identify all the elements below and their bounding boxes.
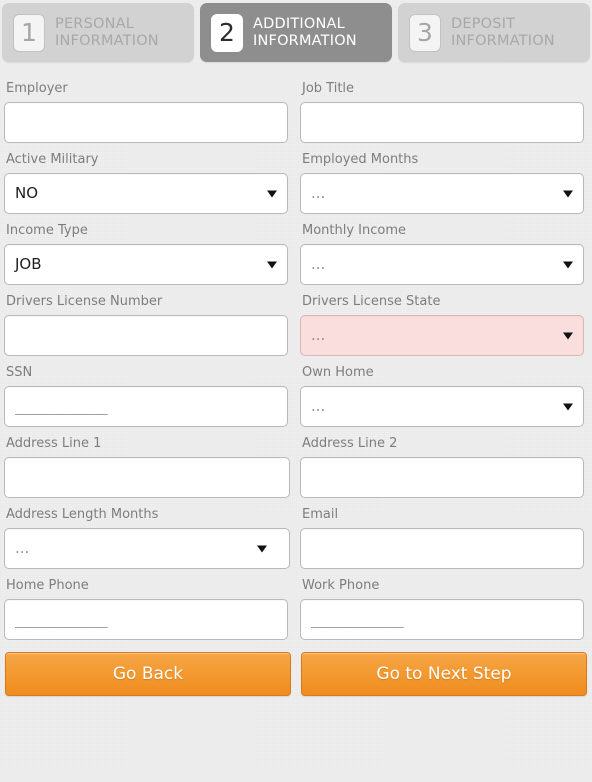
step-label-line2: INFORMATION xyxy=(55,32,159,49)
form-row: SSN Own Home ... xyxy=(0,356,592,427)
field-group-work-phone: Work Phone xyxy=(296,569,592,640)
field-group-active-military: Active Military NO xyxy=(0,143,296,214)
form-actions: Go Back Go to Next Step xyxy=(0,640,592,696)
form-row: Employer Job Title xyxy=(0,72,592,143)
step-label-line2: INFORMATION xyxy=(253,32,357,49)
form-row: Active Military NO Employed Months ... xyxy=(0,143,592,214)
label-address-length-months: Address Length Months xyxy=(6,507,159,522)
step-tab-label: ADDITIONAL INFORMATION xyxy=(253,16,357,50)
label-active-military: Active Military xyxy=(6,152,99,167)
drivers-license-state-select[interactable]: ... xyxy=(300,315,584,356)
email-input[interactable] xyxy=(300,528,584,569)
field-group-address-length-months: Address Length Months ... xyxy=(0,498,296,569)
step-label-line2: INFORMATION xyxy=(451,32,555,49)
field-group-drivers-license-number: Drivers License Number xyxy=(0,285,296,356)
active-military-select-wrap: NO xyxy=(4,173,288,214)
label-address-line-2: Address Line 2 xyxy=(302,436,398,451)
own-home-select-wrap: ... xyxy=(300,386,584,427)
drivers-license-number-input[interactable] xyxy=(4,315,288,356)
field-group-employer: Employer xyxy=(0,72,296,143)
own-home-select[interactable]: ... xyxy=(300,386,584,427)
field-group-monthly-income: Monthly Income ... xyxy=(296,214,592,285)
field-group-employed-months: Employed Months ... xyxy=(296,143,592,214)
step-tab-label: DEPOSIT INFORMATION xyxy=(451,16,555,50)
address-length-months-select-wrap: ... xyxy=(4,528,290,569)
field-group-income-type: Income Type JOB xyxy=(0,214,296,285)
field-group-home-phone: Home Phone xyxy=(0,569,296,640)
form-row: Drivers License Number Drivers License S… xyxy=(0,285,592,356)
label-work-phone: Work Phone xyxy=(302,578,380,593)
employer-input[interactable] xyxy=(4,102,288,143)
step-label-line1: ADDITIONAL xyxy=(253,15,345,32)
step-number-badge: 2 xyxy=(211,13,243,52)
label-email: Email xyxy=(302,507,339,522)
form-row: Address Line 1 Address Line 2 xyxy=(0,427,592,498)
monthly-income-select-wrap: ... xyxy=(300,244,584,285)
step-label-line1: DEPOSIT xyxy=(451,15,516,32)
label-drivers-license-state: Drivers License State xyxy=(302,294,441,309)
go-back-button[interactable]: Go Back xyxy=(5,652,291,696)
step-tab-deposit-information[interactable]: 3 DEPOSIT INFORMATION xyxy=(398,3,590,62)
address-line-1-input[interactable] xyxy=(4,457,290,498)
additional-information-form: Employer Job Title Active Military NO Em… xyxy=(0,62,592,640)
field-group-drivers-license-state: Drivers License State ... xyxy=(296,285,592,356)
label-income-type: Income Type xyxy=(6,223,88,238)
form-row: Home Phone Work Phone xyxy=(0,569,592,640)
label-address-line-1: Address Line 1 xyxy=(6,436,102,451)
address-line-2-input[interactable] xyxy=(300,457,584,498)
label-employed-months: Employed Months xyxy=(302,152,419,167)
work-phone-input[interactable] xyxy=(300,599,584,640)
label-job-title: Job Title xyxy=(302,81,355,96)
field-group-job-title: Job Title xyxy=(296,72,592,143)
label-monthly-income: Monthly Income xyxy=(302,223,407,238)
form-row: Address Length Months ... Email xyxy=(0,498,592,569)
step-indicator: 1 PERSONAL INFORMATION 2 ADDITIONAL INFO… xyxy=(0,0,592,62)
step-number-badge: 1 xyxy=(13,13,45,52)
field-group-email: Email xyxy=(296,498,592,569)
label-employer: Employer xyxy=(6,81,68,96)
monthly-income-select[interactable]: ... xyxy=(300,244,584,285)
field-group-ssn: SSN xyxy=(0,356,296,427)
go-to-next-step-button[interactable]: Go to Next Step xyxy=(301,652,587,696)
step-tab-label: PERSONAL INFORMATION xyxy=(55,16,159,50)
step-tab-additional-information[interactable]: 2 ADDITIONAL INFORMATION xyxy=(200,3,392,62)
step-label-line1: PERSONAL xyxy=(55,15,135,32)
label-home-phone: Home Phone xyxy=(6,578,89,593)
registration-form-page: 1 PERSONAL INFORMATION 2 ADDITIONAL INFO… xyxy=(0,0,592,696)
field-group-own-home: Own Home ... xyxy=(296,356,592,427)
form-row: Income Type JOB Monthly Income ... xyxy=(0,214,592,285)
employed-months-select[interactable]: ... xyxy=(300,173,584,214)
job-title-input[interactable] xyxy=(300,102,584,143)
label-drivers-license-number: Drivers License Number xyxy=(6,294,163,309)
home-phone-input[interactable] xyxy=(4,599,288,640)
active-military-select[interactable]: NO xyxy=(4,173,288,214)
drivers-license-state-select-wrap: ... xyxy=(300,315,584,356)
field-group-address-line-2: Address Line 2 xyxy=(296,427,592,498)
step-tab-personal-information[interactable]: 1 PERSONAL INFORMATION xyxy=(2,3,194,62)
income-type-select-wrap: JOB xyxy=(4,244,288,285)
income-type-select[interactable]: JOB xyxy=(4,244,288,285)
label-ssn: SSN xyxy=(6,365,33,380)
employed-months-select-wrap: ... xyxy=(300,173,584,214)
step-number-badge: 3 xyxy=(409,13,441,52)
field-group-address-line-1: Address Line 1 xyxy=(0,427,296,498)
ssn-input[interactable] xyxy=(4,386,288,427)
address-length-months-select[interactable]: ... xyxy=(4,528,290,569)
label-own-home: Own Home xyxy=(302,365,374,380)
